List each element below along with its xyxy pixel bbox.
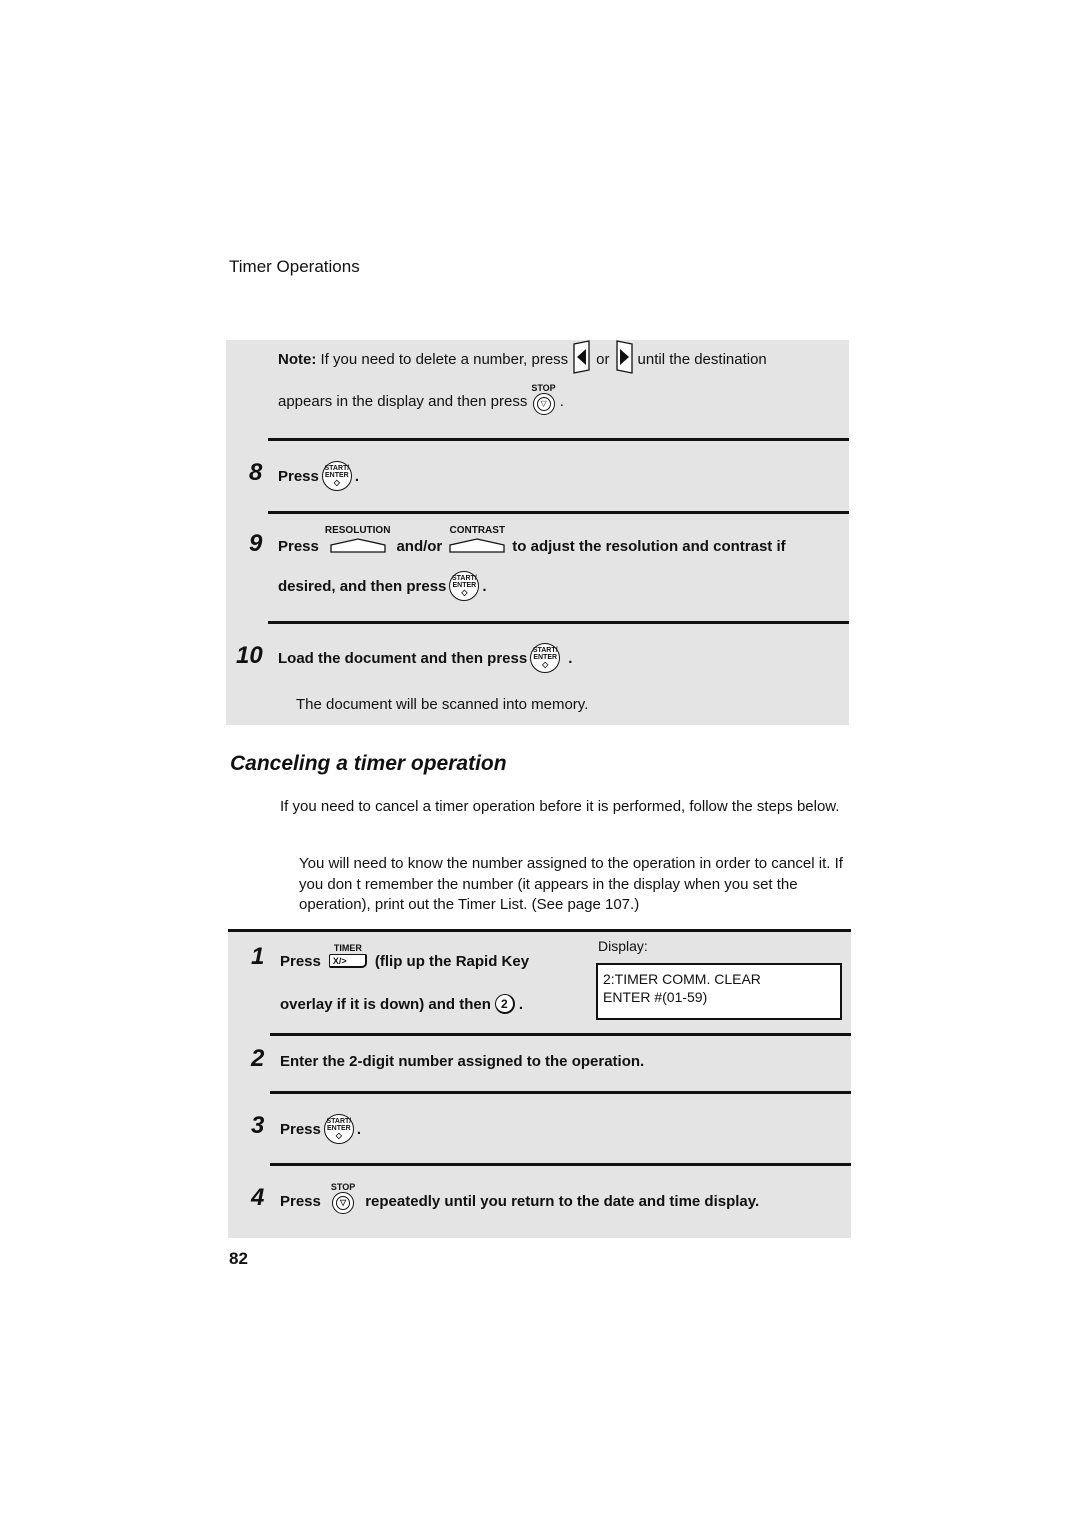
- start-enter-key-icon: START/ ENTER ◇: [321, 461, 352, 491]
- right-arrow-key-icon: [614, 340, 634, 378]
- step-8-line: Press START/ ENTER ◇ .: [278, 460, 359, 492]
- divider: [270, 1091, 851, 1094]
- note-text-1: If you need to delete a number, press: [320, 350, 569, 368]
- step-number: 9: [249, 530, 263, 557]
- contrast-key-icon: CONTRAST: [448, 525, 506, 553]
- step-1-text-1: (flip up the Rapid Key: [374, 952, 530, 970]
- divider: [268, 511, 849, 514]
- contrast-key-label: CONTRAST: [449, 525, 506, 536]
- lcd-display: 2:TIMER COMM. CLEAR ENTER #(01-59): [596, 963, 842, 1020]
- start-symbol: ◇: [333, 478, 340, 487]
- step-1-press: Press: [280, 952, 321, 970]
- stop-key-icon: STOP ▽: [531, 383, 556, 415]
- step-1-text-2: overlay if it is down) and then: [280, 995, 491, 1013]
- resolution-key-icon: RESOLUTION: [324, 525, 391, 553]
- step-10-line: Load the document and then press START/ …: [278, 642, 572, 674]
- timer-key-label: TIMER: [333, 942, 362, 953]
- step-9-line-1: Press RESOLUTION and/or CONTRAST to adju…: [278, 525, 786, 562]
- divider: [270, 1163, 851, 1166]
- stop-key-icon: STOP ▽: [331, 1182, 355, 1214]
- period: .: [356, 1120, 362, 1138]
- step-3-press: Press: [280, 1120, 321, 1138]
- step-8-press: Press: [278, 467, 319, 485]
- note-text-2: until the destination: [637, 350, 767, 368]
- timer-key-icon: TIMER X/>: [328, 942, 367, 968]
- key-top-label: START/: [532, 647, 558, 654]
- period: .: [354, 467, 360, 485]
- start-symbol: ◇: [542, 660, 549, 669]
- step-4-text: repeatedly until you return to the date …: [365, 1192, 760, 1210]
- note-period: .: [559, 392, 564, 410]
- step-4-press: Press: [280, 1192, 321, 1210]
- and-or: and/or: [396, 537, 443, 555]
- start-symbol: ◇: [335, 1131, 342, 1140]
- display-line-2: ENTER #(01-59): [603, 989, 708, 1005]
- step-9-text-2: desired, and then press: [278, 577, 447, 595]
- start-enter-key-icon: START/ ENTER ◇: [323, 1114, 354, 1144]
- stop-key-label: STOP: [330, 1182, 356, 1192]
- step-number: 1: [251, 943, 265, 970]
- stop-key-label: STOP: [531, 383, 556, 393]
- key-top-label: START/: [452, 575, 477, 582]
- note-label: Note:: [278, 350, 317, 368]
- note-text-3: appears in the display and then press: [278, 392, 528, 410]
- step-3-line: Press START/ ENTER ◇ .: [280, 1113, 361, 1145]
- key-top-label: START/: [326, 1118, 352, 1125]
- display-label: Display:: [598, 938, 648, 954]
- step-4-line: Press STOP ▽ repeatedly until you return…: [280, 1182, 760, 1218]
- step-number: 2: [251, 1045, 265, 1072]
- key-top-label: START/: [324, 465, 350, 472]
- step-number: 4: [251, 1184, 265, 1211]
- step-9-line-2: desired, and then press START/ ENTER ◇ .: [278, 570, 487, 602]
- page-number: 82: [229, 1249, 248, 1268]
- step-9-press: Press: [278, 537, 319, 555]
- digit-2-key-icon: 2: [494, 994, 515, 1014]
- divider: [268, 621, 849, 624]
- hint-paragraph: You will need to know the number assigne…: [299, 855, 843, 913]
- step-10-result: The document will be scanned into memory…: [296, 695, 589, 713]
- timer-key-face: X/>: [328, 953, 367, 968]
- step-number: 10: [236, 642, 263, 669]
- start-enter-key-icon: START/ ENTER ◇: [530, 643, 561, 673]
- section-label: Timer Operations: [229, 257, 360, 276]
- divider: [268, 438, 849, 441]
- step-number: 3: [251, 1112, 265, 1139]
- start-enter-key-icon: START/ ENTER ◇: [449, 571, 480, 601]
- left-arrow-key-icon: [572, 340, 592, 378]
- intro-paragraph: If you need to cancel a timer operation …: [280, 798, 840, 815]
- note-line-1: Note: If you need to delete a number, pr…: [278, 340, 767, 374]
- section-heading: Canceling a timer operation: [230, 752, 507, 775]
- note-or: or: [596, 350, 610, 368]
- note-line-2: appears in the display and then press ST…: [278, 383, 564, 416]
- display-line-1: 2:TIMER COMM. CLEAR: [603, 971, 761, 987]
- step-1-line-1: Press TIMER X/> (flip up the Rapid Key: [280, 942, 530, 976]
- period: .: [482, 577, 487, 595]
- divider: [270, 1033, 851, 1036]
- start-symbol: ◇: [461, 588, 468, 597]
- step-10-text: Load the document and then press: [278, 649, 528, 667]
- step-9-text-1: to adjust the resolution and contrast if: [512, 537, 786, 555]
- resolution-key-label: RESOLUTION: [324, 525, 391, 536]
- period: .: [518, 995, 524, 1013]
- step-1-line-2: overlay if it is down) and then 2 .: [280, 992, 523, 1016]
- period: .: [568, 649, 573, 667]
- step-number: 8: [249, 459, 263, 486]
- step-2-text: Enter the 2-digit number assigned to the…: [280, 1052, 645, 1070]
